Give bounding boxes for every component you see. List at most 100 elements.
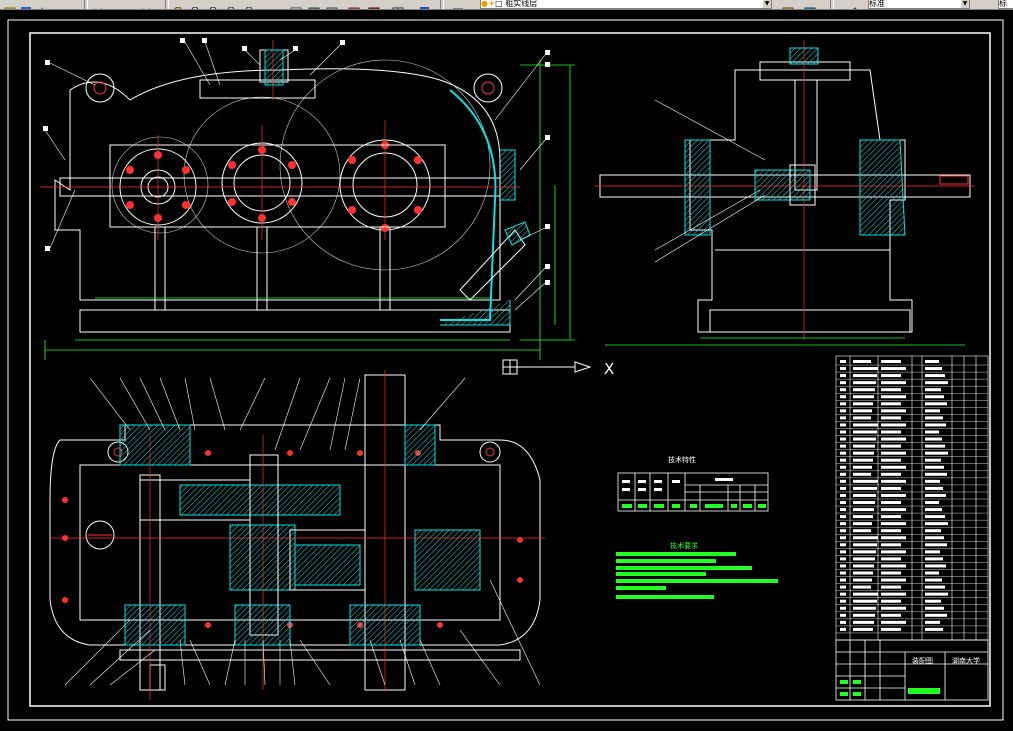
parts-list-cell bbox=[881, 444, 901, 448]
tech-table-headers bbox=[622, 478, 733, 491]
parts-list-cell bbox=[881, 423, 906, 427]
front-view bbox=[54, 49, 531, 333]
parts-list-cell bbox=[840, 522, 846, 526]
properties-icon[interactable] bbox=[846, 0, 859, 9]
parts-list-cell bbox=[840, 501, 846, 504]
parts-list-cell bbox=[925, 599, 941, 603]
parts-list-cell bbox=[840, 529, 846, 533]
zoom-out-icon[interactable] bbox=[208, 0, 221, 9]
tech-table-title: 技术特性 bbox=[668, 455, 696, 464]
parts-list-cell bbox=[840, 472, 846, 476]
properties-icon[interactable] bbox=[290, 0, 303, 9]
parts-list-cell bbox=[840, 367, 846, 371]
pan-icon[interactable] bbox=[172, 0, 185, 9]
parts-list-cell bbox=[925, 585, 945, 589]
side-dimensions bbox=[605, 337, 965, 346]
cad-drawing: X 技术特性 技术要求 装配图 湖南大学 bbox=[7, 19, 1004, 721]
chevron-down-icon[interactable]: ▼ bbox=[961, 0, 969, 8]
table-icon[interactable] bbox=[392, 0, 405, 9]
parts-list-cell bbox=[881, 416, 901, 420]
top-view bbox=[49, 374, 541, 691]
parts-list-cell bbox=[881, 550, 906, 554]
properties-icon[interactable] bbox=[368, 0, 381, 9]
parts-list-cell bbox=[853, 444, 875, 448]
parts-list-cell bbox=[881, 472, 901, 476]
parts-list-cell bbox=[840, 550, 846, 554]
parts-list-cell bbox=[853, 360, 871, 363]
parts-list-cell bbox=[881, 402, 901, 406]
save-icon[interactable] bbox=[20, 0, 33, 9]
parts-list-cell bbox=[881, 381, 906, 385]
parts-list-cell bbox=[881, 536, 906, 540]
parts-list-cell bbox=[840, 388, 846, 392]
parts-list-cell bbox=[840, 585, 846, 589]
parts-list-cell bbox=[925, 543, 947, 547]
parts-list-cell bbox=[925, 367, 942, 371]
parts-list-cell bbox=[881, 564, 906, 568]
open-icon[interactable] bbox=[4, 0, 17, 9]
parts-list-cell bbox=[840, 543, 846, 547]
parts-list-cell bbox=[840, 395, 846, 399]
parts-list-cell bbox=[881, 627, 901, 631]
parts-list-cell bbox=[840, 515, 846, 519]
design-center-icon[interactable] bbox=[348, 0, 361, 9]
parts-list-cell bbox=[925, 522, 948, 526]
parts-list-cell bbox=[925, 578, 942, 582]
help-icon[interactable] bbox=[418, 0, 431, 9]
parts-list-cell bbox=[881, 374, 901, 378]
parts-list-cell bbox=[881, 585, 901, 589]
parts-list-cell bbox=[881, 557, 901, 561]
parts-list-cell bbox=[881, 529, 901, 533]
parts-list-cell bbox=[853, 508, 874, 512]
parts-list-cell bbox=[881, 493, 906, 497]
right-combo[interactable]: 标 bbox=[998, 0, 1013, 9]
parts-list-cell bbox=[853, 465, 872, 469]
parts-list-cell bbox=[840, 564, 846, 568]
drawing-canvas[interactable]: X 技术特性 技术要求 装配图 湖南大学 bbox=[0, 10, 1013, 727]
parts-list-cell bbox=[853, 515, 873, 519]
parts-list-cell bbox=[925, 381, 948, 385]
layer-icon[interactable] bbox=[452, 0, 465, 9]
layer-icon[interactable] bbox=[308, 0, 321, 9]
parts-list-cell bbox=[925, 472, 947, 476]
zoom-window-icon[interactable] bbox=[226, 0, 239, 9]
parts-list-cell bbox=[925, 508, 942, 512]
parts-list-cell bbox=[853, 613, 875, 617]
parts-list-cell bbox=[925, 557, 943, 561]
parts-list-cell bbox=[881, 543, 901, 547]
parts-list-cell bbox=[853, 550, 876, 554]
undo-icon[interactable] bbox=[36, 0, 49, 9]
parts-list-cell bbox=[853, 381, 876, 385]
parts-list-cell bbox=[853, 437, 876, 441]
parts-list-cell bbox=[925, 430, 939, 434]
parts-list-cell bbox=[840, 430, 846, 434]
parts-list-cell bbox=[840, 508, 846, 512]
redo-icon[interactable] bbox=[140, 0, 153, 9]
parts-list-cell bbox=[925, 465, 944, 469]
parts-list-cell bbox=[881, 592, 906, 596]
style-combo[interactable]: 标准 ▼ bbox=[868, 0, 970, 9]
toolbar: A ●☀□ 粗实线层 ▼ 标准 ▼ 标 bbox=[0, 0, 1013, 10]
zoom-window-icon[interactable] bbox=[244, 0, 257, 9]
chevron-down-icon[interactable]: ▼ bbox=[763, 0, 771, 8]
parts-list-cell bbox=[840, 493, 846, 497]
layer-icon[interactable] bbox=[804, 0, 817, 9]
parts-list-cell bbox=[840, 458, 846, 462]
layer-combo[interactable]: ●☀□ 粗实线层 ▼ bbox=[480, 0, 772, 9]
redo-icon[interactable] bbox=[92, 0, 105, 9]
front-balloons bbox=[43, 38, 550, 285]
design-center-icon[interactable] bbox=[326, 0, 339, 9]
parts-list-cell bbox=[840, 465, 846, 469]
layer-icon[interactable] bbox=[782, 0, 795, 9]
parts-list-cell bbox=[853, 599, 877, 603]
parts-list-cell bbox=[840, 613, 846, 617]
zoom-in-icon[interactable] bbox=[190, 0, 203, 9]
parts-list-cell bbox=[840, 360, 846, 363]
parts-list-cell bbox=[925, 550, 940, 554]
match-properties-icon[interactable]: A bbox=[270, 0, 283, 9]
parts-list-cell bbox=[853, 479, 878, 483]
parts-list-cell bbox=[840, 578, 846, 582]
parts-list-cell bbox=[925, 416, 943, 420]
parts-list-cell bbox=[881, 522, 906, 526]
parts-list-cell bbox=[840, 606, 846, 610]
